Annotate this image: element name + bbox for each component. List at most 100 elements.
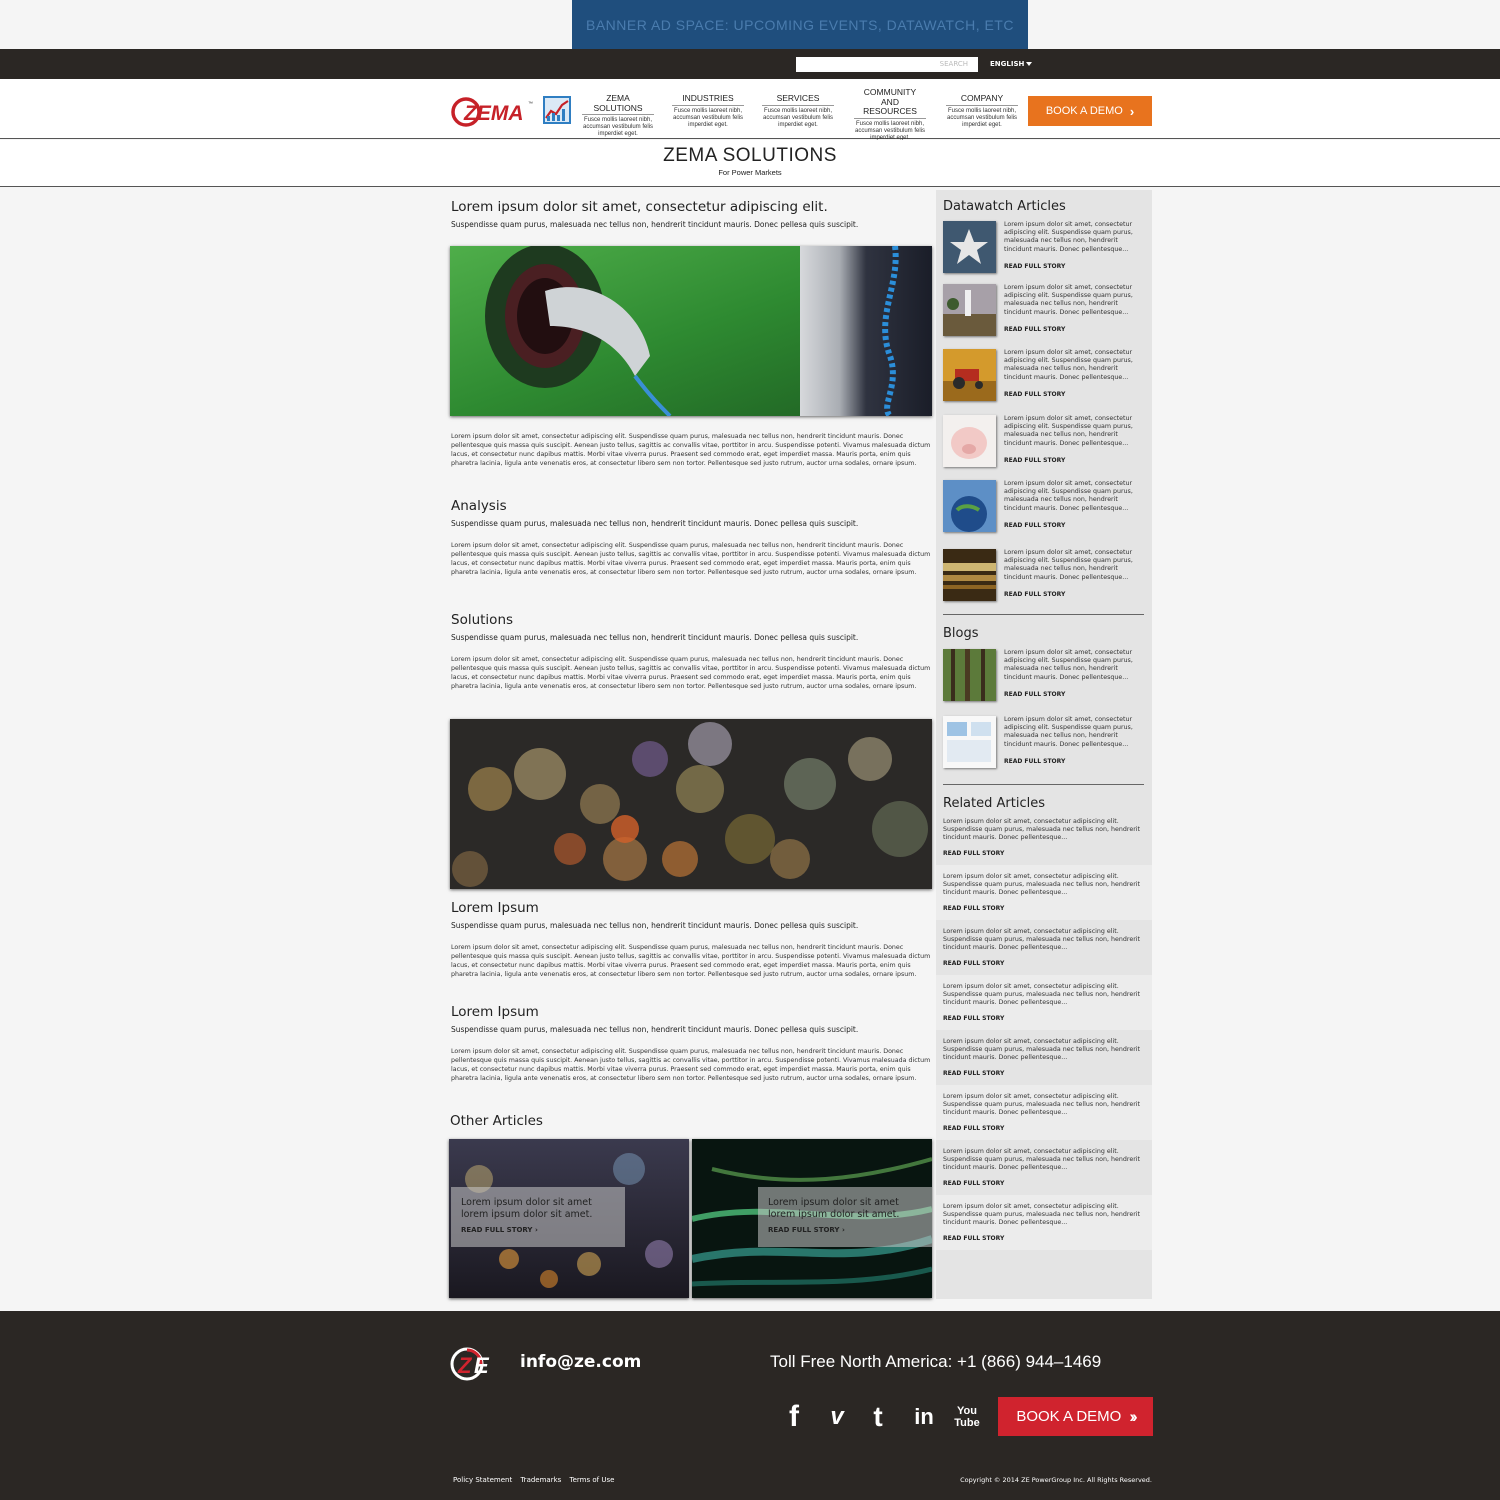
card-overlay: Lorem ipsum dolor sit amet lorem ipsum d… [758, 1187, 932, 1247]
other-article-card[interactable]: Lorem ipsum dolor sit amet lorem ipsum d… [692, 1139, 932, 1298]
article-text: Lorem ipsum dolor sit amet, consectetur … [943, 1203, 1141, 1227]
article-text: Lorem ipsum dolor sit amet, consectetur … [1004, 349, 1133, 381]
nav-desc: Fusce mollis laoreet nibh, accumsan vest… [946, 107, 1018, 128]
read-full-story-link[interactable]: READ FULL STORY [1004, 263, 1065, 270]
related-article[interactable]: Lorem ipsum dolor sit amet, consectetur … [936, 975, 1152, 1030]
footer-phone[interactable]: Toll Free North America: +1 (866) 944–14… [770, 1352, 1101, 1372]
article-text: Lorem ipsum dolor sit amet, consectetur … [943, 1038, 1141, 1062]
related-article[interactable]: Lorem ipsum dolor sit amet, consectetur … [936, 1085, 1152, 1140]
article-text: Lorem ipsum dolor sit amet, consectetur … [943, 873, 1141, 897]
related-article[interactable]: Lorem ipsum dolor sit amet, consectetur … [936, 920, 1152, 975]
other-articles-heading: Other Articles [450, 1113, 543, 1129]
read-full-story-link[interactable]: READ FULL STORY [943, 1235, 1145, 1242]
nav-item-industries[interactable]: INDUSTRIES Fusce mollis laoreet nibh, ac… [663, 93, 753, 129]
main-lead: Suspendisse quam purus, malesuada nec te… [451, 220, 859, 229]
blog-article[interactable]: Lorem ipsum dolor sit amet, consectetur … [943, 716, 1148, 770]
read-full-story-link[interactable]: READ FULL STORY [943, 960, 1145, 967]
datawatch-article[interactable]: Lorem ipsum dolor sit amet, consectetur … [943, 549, 1148, 603]
related-heading: Related Articles [943, 796, 1045, 811]
read-full-story-link[interactable]: READ FULL STORY › [461, 1226, 615, 1234]
section-body: Lorem ipsum dolor sit amet, consectetur … [451, 1048, 931, 1083]
language-label: ENGLISH [990, 60, 1025, 68]
read-full-story-link[interactable]: READ FULL STORY [1004, 522, 1065, 529]
article-text: Lorem ipsum dolor sit amet, consectetur … [1004, 415, 1133, 447]
facebook-icon[interactable]: f [782, 1400, 806, 1433]
nav-title: INDUSTRIES [672, 93, 744, 106]
datawatch-article[interactable]: Lorem ipsum dolor sit amet, consectetur … [943, 415, 1148, 469]
section-heading: Analysis [451, 498, 507, 514]
datawatch-heading: Datawatch Articles [943, 199, 1066, 214]
section-lead: Suspendisse quam purus, malesuada nec te… [451, 519, 859, 528]
book-demo-label: BOOK A DEMO [1016, 1408, 1122, 1425]
read-full-story-link[interactable]: READ FULL STORY [1004, 691, 1065, 698]
section-body: Lorem ipsum dolor sit amet, consectetur … [451, 944, 931, 979]
read-full-story-link[interactable]: READ FULL STORY [943, 1180, 1145, 1187]
nav-item-company[interactable]: COMPANY Fusce mollis laoreet nibh, accum… [937, 93, 1027, 129]
policy-statement-link[interactable]: Policy Statement [453, 1476, 512, 1484]
trademarks-link[interactable]: Trademarks [520, 1476, 561, 1484]
logo-text: ZEMA [463, 102, 524, 125]
section-body: Lorem ipsum dolor sit amet, consectetur … [451, 656, 931, 691]
light-streak-thumbnail [943, 549, 996, 601]
other-article-card[interactable]: Lorem ipsum dolor sit amet lorem ipsum d… [449, 1139, 689, 1298]
related-article[interactable]: Lorem ipsum dolor sit amet, consectetur … [936, 865, 1152, 920]
nav-title: SERVICES [762, 93, 834, 106]
language-selector[interactable]: ENGLISH [990, 58, 1033, 70]
linkedin-icon[interactable]: in [910, 1401, 938, 1433]
footer [0, 1311, 1500, 1500]
section-heading: Solutions [451, 612, 514, 628]
read-full-story-link[interactable]: READ FULL STORY [943, 850, 1145, 857]
dashboard-thumbnail [943, 716, 996, 768]
link-label: READ FULL STORY [461, 1226, 533, 1234]
banner-ad[interactable]: BANNER AD SPACE: UPCOMING EVENTS, DATAWA… [572, 0, 1028, 49]
nav-title: COMMUNITY AND RESOURCES [854, 87, 926, 119]
terms-of-use-link[interactable]: Terms of Use [570, 1476, 615, 1484]
youtube-icon[interactable]: You Tube [953, 1401, 981, 1433]
footer-email[interactable]: info@ze.com [520, 1352, 641, 1372]
logo-tm: ™ [528, 101, 533, 107]
nav-item-community[interactable]: COMMUNITY AND RESOURCES Fusce mollis lao… [845, 87, 935, 142]
datawatch-article[interactable]: Lorem ipsum dolor sit amet, consectetur … [943, 480, 1148, 534]
footer-book-demo-button[interactable]: BOOK A DEMO ›› [998, 1397, 1153, 1436]
datawatch-article[interactable]: Lorem ipsum dolor sit amet, consectetur … [943, 349, 1148, 403]
read-full-story-link[interactable]: READ FULL STORY [943, 1125, 1145, 1132]
read-full-story-link[interactable]: READ FULL STORY [1004, 326, 1065, 333]
twitter-icon[interactable]: t [866, 1401, 890, 1433]
nav-item-zema-solutions[interactable]: ZEMA SOLUTIONS Fusce mollis laoreet nibh… [573, 93, 663, 138]
datawatch-article[interactable]: Lorem ipsum dolor sit amet, consectetur … [943, 284, 1148, 338]
caret-down-icon [1026, 62, 1033, 66]
star-flag-thumbnail [943, 221, 996, 273]
top-bar [0, 49, 1500, 79]
svg-text:E: E [474, 1353, 490, 1378]
read-full-story-link[interactable]: READ FULL STORY [943, 905, 1145, 912]
sidebar-divider [943, 784, 1144, 785]
search-input[interactable]: SEARCH [796, 57, 978, 72]
zema-logo[interactable]: ZEMA ™ [451, 95, 535, 129]
article-text: Lorem ipsum dolor sit amet, consectetur … [1004, 221, 1133, 253]
vimeo-icon[interactable]: v [825, 1401, 849, 1433]
ze-logo[interactable]: Z E [449, 1346, 497, 1382]
section-body: Lorem ipsum dolor sit amet, consectetur … [451, 542, 931, 577]
section-lead: Suspendisse quam purus, malesuada nec te… [451, 633, 859, 642]
section-lead: Suspendisse quam purus, malesuada nec te… [451, 921, 859, 930]
card-text: Lorem ipsum dolor sit amet lorem ipsum d… [461, 1197, 593, 1220]
read-full-story-link[interactable]: READ FULL STORY [1004, 391, 1065, 398]
nav-desc: Fusce mollis laoreet nibh, accumsan vest… [762, 107, 834, 128]
nav-desc: Fusce mollis laoreet nibh, accumsan vest… [672, 107, 744, 128]
book-demo-button[interactable]: BOOK A DEMO › [1028, 96, 1152, 126]
read-full-story-link[interactable]: READ FULL STORY [1004, 758, 1065, 765]
read-full-story-link[interactable]: READ FULL STORY [1004, 457, 1065, 464]
datawatch-article[interactable]: Lorem ipsum dolor sit amet, consectetur … [943, 221, 1148, 275]
nav-item-services[interactable]: SERVICES Fusce mollis laoreet nibh, accu… [753, 93, 843, 129]
blog-article[interactable]: Lorem ipsum dolor sit amet, consectetur … [943, 649, 1148, 703]
read-full-story-link[interactable]: READ FULL STORY [1004, 591, 1065, 598]
read-full-story-link[interactable]: READ FULL STORY [943, 1070, 1145, 1077]
related-article[interactable]: Lorem ipsum dolor sit amet, consectetur … [936, 1140, 1152, 1195]
read-full-story-link[interactable]: READ FULL STORY [943, 1015, 1145, 1022]
related-article[interactable]: Lorem ipsum dolor sit amet, consectetur … [936, 810, 1152, 865]
book-demo-label: BOOK A DEMO [1045, 105, 1123, 117]
bokeh-city-image [450, 719, 932, 889]
related-article[interactable]: Lorem ipsum dolor sit amet, consectetur … [936, 1195, 1152, 1250]
read-full-story-link[interactable]: READ FULL STORY › [768, 1226, 922, 1234]
related-article[interactable]: Lorem ipsum dolor sit amet, consectetur … [936, 1030, 1152, 1085]
